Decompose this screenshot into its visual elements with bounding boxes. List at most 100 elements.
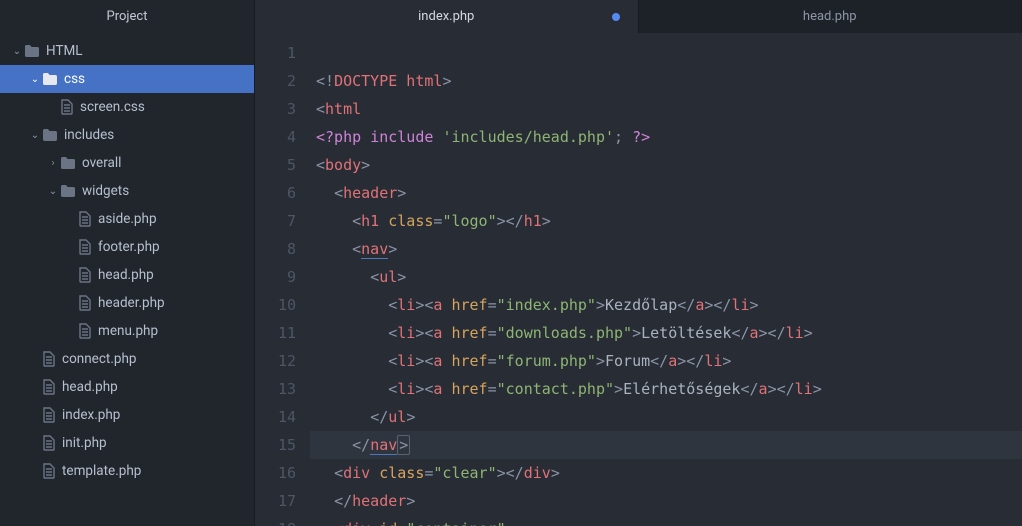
line-number: 4 — [255, 123, 296, 151]
tree-file[interactable]: menu.php — [0, 317, 254, 345]
folder-icon — [60, 184, 76, 198]
code-line[interactable]: <body> — [310, 151, 1022, 179]
file-icon — [60, 99, 74, 115]
project-sidebar: Project ⌄ HTML ⌄ css screen.css ⌄ includes › ove… — [0, 0, 255, 526]
line-number: 2 — [255, 67, 296, 95]
chevron-down-icon[interactable]: ⌄ — [46, 186, 60, 197]
tree-item-label: head.php — [62, 379, 118, 395]
file-icon — [42, 379, 56, 395]
file-icon — [78, 239, 92, 255]
line-number: 3 — [255, 95, 296, 123]
code-line[interactable]: <li><a href="forum.php">Forum</a></li> — [310, 347, 1022, 375]
tree-item-label: connect.php — [62, 351, 136, 367]
editor-area: index.phphead.php 1234567891011121314151… — [255, 0, 1022, 526]
tree-item-label: overall — [82, 155, 121, 171]
tree-file[interactable]: index.php — [0, 401, 254, 429]
folder-icon — [24, 44, 40, 58]
line-number: 8 — [255, 235, 296, 263]
code-line[interactable]: <!DOCTYPE html> — [310, 67, 1022, 95]
tab-bar: index.php head.php — [255, 0, 1022, 33]
code-line[interactable]: <div id="container" — [310, 515, 1022, 526]
file-icon — [78, 267, 92, 283]
tree-file[interactable]: connect.php — [0, 345, 254, 373]
code-line[interactable]: <h1 class="logo"></h1> — [310, 207, 1022, 235]
dirty-indicator-icon — [612, 13, 620, 21]
code-body[interactable]: <!DOCTYPE html><html<?php include 'inclu… — [310, 33, 1022, 526]
editor-tab[interactable]: head.php — [639, 0, 1022, 33]
file-tree[interactable]: ⌄ HTML ⌄ css screen.css ⌄ includes › overall ⌄ wid… — [0, 33, 254, 526]
line-number: 11 — [255, 319, 296, 347]
tree-item-label: css — [64, 71, 85, 87]
code-line[interactable]: <html — [310, 95, 1022, 123]
tree-file[interactable]: template.php — [0, 457, 254, 485]
line-number: 7 — [255, 207, 296, 235]
tree-item-label: menu.php — [98, 323, 158, 339]
tree-item-label: header.php — [98, 295, 165, 311]
code-line[interactable]: </header> — [310, 487, 1022, 515]
tree-folder[interactable]: ⌄ HTML — [0, 37, 254, 65]
chevron-down-icon[interactable]: ⌄ — [10, 46, 24, 57]
tree-folder[interactable]: ⌄ css — [0, 65, 254, 93]
tree-item-label: head.php — [98, 267, 154, 283]
chevron-right-icon[interactable]: › — [46, 158, 60, 169]
file-icon — [78, 295, 92, 311]
tree-file[interactable]: head.php — [0, 261, 254, 289]
code-line[interactable]: <nav> — [310, 235, 1022, 263]
chevron-down-icon[interactable]: ⌄ — [28, 130, 42, 141]
tab-label: head.php — [803, 9, 857, 24]
tree-file[interactable]: aside.php — [0, 205, 254, 233]
chevron-down-icon[interactable]: ⌄ — [28, 74, 42, 85]
file-icon — [78, 323, 92, 339]
tree-folder[interactable]: ⌄ widgets — [0, 177, 254, 205]
line-number: 12 — [255, 347, 296, 375]
sidebar-title: Project — [0, 0, 254, 33]
line-number: 1 — [255, 39, 296, 67]
tree-file[interactable]: head.php — [0, 373, 254, 401]
code-line[interactable]: </ul> — [310, 403, 1022, 431]
line-number: 18 — [255, 515, 296, 526]
tree-folder[interactable]: ⌄ includes — [0, 121, 254, 149]
tree-item-label: screen.css — [80, 99, 145, 115]
line-number: 14 — [255, 403, 296, 431]
file-icon — [78, 211, 92, 227]
code-line[interactable]: <header> — [310, 179, 1022, 207]
tree-item-label: template.php — [62, 463, 141, 479]
tree-item-label: aside.php — [98, 211, 157, 227]
folder-icon — [42, 72, 58, 86]
code-line[interactable]: <li><a href="index.php">Kezdőlap</a></li… — [310, 291, 1022, 319]
line-gutter: 123456789101112131415161718 — [255, 33, 310, 526]
line-number: 15 — [255, 431, 296, 459]
tree-file[interactable]: header.php — [0, 289, 254, 317]
tree-item-label: widgets — [82, 183, 129, 199]
line-number: 10 — [255, 291, 296, 319]
tree-file[interactable]: init.php — [0, 429, 254, 457]
tree-folder[interactable]: › overall — [0, 149, 254, 177]
code-line[interactable]: <li><a href="downloads.php">Letöltések</… — [310, 319, 1022, 347]
file-icon — [42, 435, 56, 451]
folder-icon — [60, 156, 76, 170]
tree-item-label: includes — [64, 127, 114, 143]
line-number: 17 — [255, 487, 296, 515]
tree-file[interactable]: screen.css — [0, 93, 254, 121]
code-line[interactable]: <ul> — [310, 263, 1022, 291]
line-number: 13 — [255, 375, 296, 403]
tab-label: index.php — [418, 9, 474, 24]
line-number: 5 — [255, 151, 296, 179]
code-line[interactable]: <li><a href="contact.php">Elérhetőségek<… — [310, 375, 1022, 403]
file-icon — [42, 351, 56, 367]
tree-item-label: HTML — [46, 43, 83, 59]
tree-file[interactable]: footer.php — [0, 233, 254, 261]
code-line[interactable]: </nav> — [310, 431, 1022, 459]
line-number: 6 — [255, 179, 296, 207]
code-line[interactable]: <?php include 'includes/head.php'; ?> — [310, 123, 1022, 151]
tree-item-label: index.php — [62, 407, 120, 423]
line-number: 16 — [255, 459, 296, 487]
file-icon — [42, 463, 56, 479]
code-editor[interactable]: 123456789101112131415161718 <!DOCTYPE ht… — [255, 33, 1022, 526]
code-line[interactable]: <div class="clear"></div> — [310, 459, 1022, 487]
folder-icon — [42, 128, 58, 142]
tree-item-label: init.php — [62, 435, 107, 451]
file-icon — [42, 407, 56, 423]
editor-tab[interactable]: index.php — [255, 0, 639, 33]
code-line[interactable] — [310, 39, 1022, 67]
